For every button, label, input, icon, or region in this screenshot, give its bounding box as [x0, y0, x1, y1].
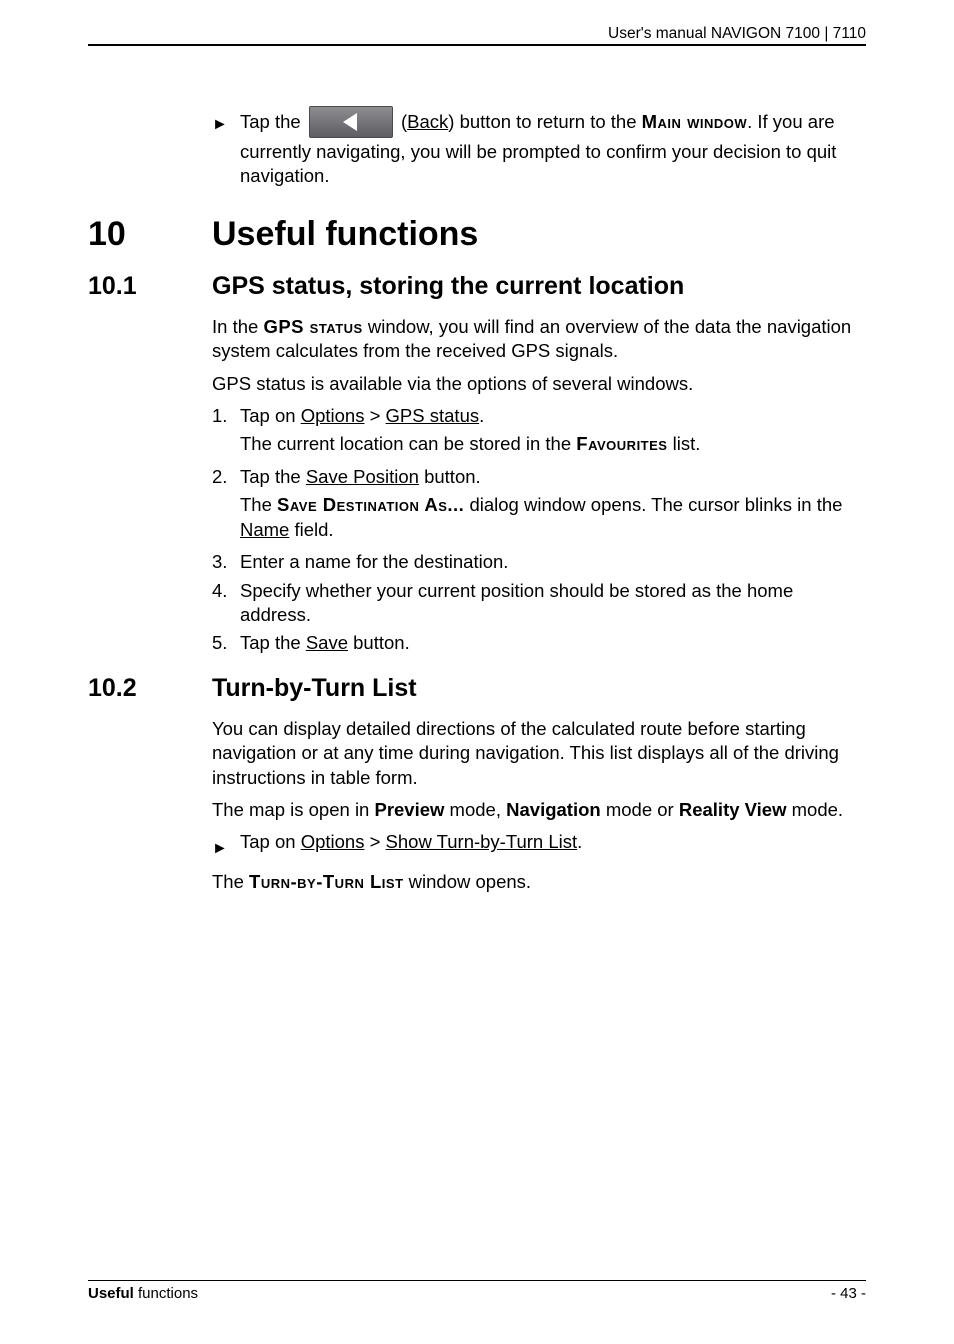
step-number: 4.	[212, 579, 240, 603]
section-title: GPS status, storing the current location	[212, 272, 684, 301]
chapter-heading: 10 Useful functions	[88, 215, 866, 254]
page: User's manual NAVIGON 7100 | 7110 ► Tap …	[0, 0, 954, 1344]
sec1-step1: 1. Tap on Options > GPS status.	[212, 404, 866, 428]
section-number: 10.1	[88, 272, 212, 301]
step-number: 3.	[212, 550, 240, 574]
sec1-step2: 2. Tap the Save Position button.	[212, 465, 866, 489]
main-window-label: Main window	[642, 111, 747, 132]
intro-bullet-item: ► Tap the (Back) button to return to the…	[212, 106, 866, 189]
sec1-p1: In the GPS status window, you will find …	[212, 315, 866, 364]
intro-pre: Tap the	[240, 111, 306, 132]
sec1-step4: 4. Specify whether your current position…	[212, 579, 866, 628]
sec2-p2: The map is open in Preview mode, Navigat…	[212, 798, 866, 822]
section-title: Turn-by-Turn List	[212, 674, 417, 703]
favourites-label: Favourites	[576, 433, 667, 454]
intro-bullet-body: Tap the (Back) button to return to the M…	[240, 106, 866, 189]
sec1-step3: 3. Enter a name for the destination.	[212, 550, 866, 574]
left-triangle-icon	[343, 113, 359, 131]
sec2-bullet-body: Tap on Options > Show Turn-by-Turn List.	[240, 830, 866, 854]
sec2-p3: The Turn-by-Turn List window opens.	[212, 870, 866, 894]
options-link[interactable]: Options	[301, 405, 365, 426]
options-link[interactable]: Options	[301, 831, 365, 852]
page-number: - 43 -	[831, 1285, 866, 1302]
reality-view-label: Reality View	[679, 799, 787, 820]
back-link[interactable]: Back	[407, 111, 448, 132]
step-number: 1.	[212, 404, 240, 428]
step-body: Tap the Save button.	[240, 631, 866, 655]
footer-rule	[88, 1280, 866, 1281]
gps-status-link[interactable]: GPS status	[386, 405, 480, 426]
back-button-icon[interactable]	[309, 106, 393, 138]
chapter-title: Useful functions	[212, 215, 478, 254]
turn-by-turn-list-label: Turn-by-Turn List	[249, 871, 403, 892]
sec1-p2: GPS status is available via the options …	[212, 372, 866, 396]
save-link[interactable]: Save	[306, 632, 348, 653]
page-footer: Useful functions - 43 -	[88, 1280, 866, 1302]
footer-left: Useful functions	[88, 1285, 198, 1302]
intro-block: ► Tap the (Back) button to return to the…	[212, 106, 866, 189]
navigation-mode-label: Navigation	[506, 799, 601, 820]
sec2-p1: You can display detailed directions of t…	[212, 717, 866, 790]
sec1-step5: 5. Tap the Save button.	[212, 631, 866, 655]
save-position-link[interactable]: Save Position	[306, 466, 419, 487]
step-body: Enter a name for the destination.	[240, 550, 866, 574]
section-number: 10.2	[88, 674, 212, 703]
show-turn-by-turn-link[interactable]: Show Turn-by-Turn List	[386, 831, 578, 852]
sec1-step1-sub: The current location can be stored in th…	[240, 432, 866, 456]
step-number: 5.	[212, 631, 240, 655]
section-10-2-body: You can display detailed directions of t…	[212, 717, 866, 895]
section-10-2-heading: 10.2 Turn-by-Turn List	[88, 674, 866, 703]
step-body: Tap the Save Position button.	[240, 465, 866, 489]
gps-status-label: GPS status	[263, 316, 362, 337]
section-10-1-body: In the GPS status window, you will find …	[212, 315, 866, 656]
sec1-step2-sub: The Save Destination As... dialog window…	[240, 493, 866, 542]
intro-post2: ) button to return to the	[448, 111, 641, 132]
preview-mode-label: Preview	[374, 799, 444, 820]
chapter-number: 10	[88, 215, 212, 254]
sec2-bullet: ► Tap on Options > Show Turn-by-Turn Lis…	[212, 830, 866, 864]
step-body: Specify whether your current position sh…	[240, 579, 866, 628]
bullet-glyph: ►	[212, 830, 240, 864]
save-destination-as-label: Save Destination As...	[277, 494, 464, 515]
page-header: User's manual NAVIGON 7100 | 7110	[88, 44, 866, 48]
header-text: User's manual NAVIGON 7100 | 7110	[88, 25, 866, 48]
footer-row: Useful functions - 43 -	[88, 1285, 866, 1302]
bullet-glyph: ►	[212, 106, 240, 140]
name-field-link: Name	[240, 519, 289, 540]
step-body: Tap on Options > GPS status.	[240, 404, 866, 428]
section-10-1-heading: 10.1 GPS status, storing the current loc…	[88, 272, 866, 301]
step-number: 2.	[212, 465, 240, 489]
